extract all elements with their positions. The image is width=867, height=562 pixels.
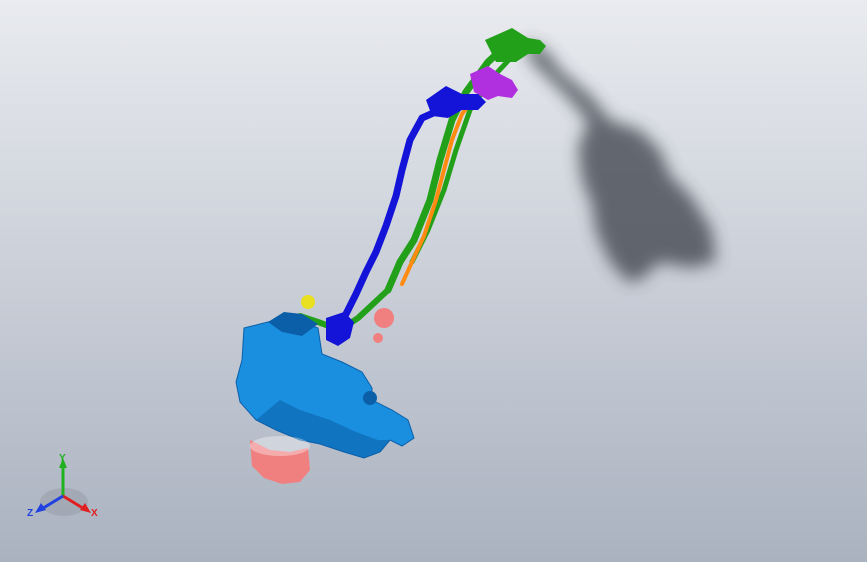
axis-y-label: Y <box>59 453 66 464</box>
orientation-triad: Y X Z <box>27 453 98 519</box>
axis-z-label: Z <box>27 508 33 519</box>
axis-x-label: X <box>91 508 98 519</box>
graphics-viewport[interactable]: Y X Z <box>0 0 867 562</box>
